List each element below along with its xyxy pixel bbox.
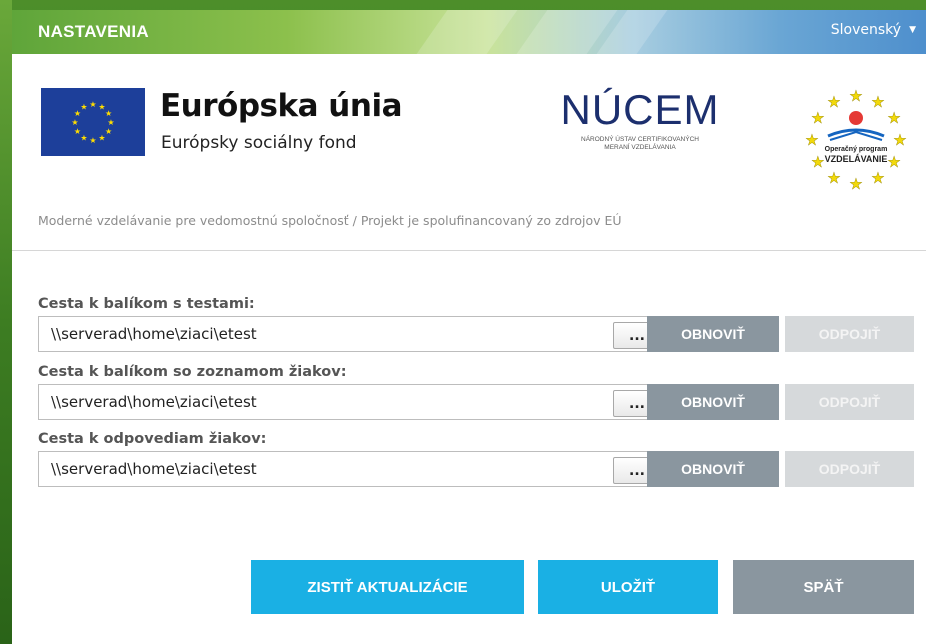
op-star-icon: ★ bbox=[811, 109, 824, 127]
answers-path-input[interactable] bbox=[39, 452, 587, 486]
students-path-input[interactable] bbox=[39, 385, 587, 419]
eu-star-icon: ★ bbox=[80, 102, 87, 111]
eu-subtitle: Európsky sociálny fond bbox=[161, 133, 357, 153]
op-star-icon: ★ bbox=[811, 153, 824, 171]
save-button[interactable]: ULOŽIŤ bbox=[538, 560, 718, 614]
op-star-icon: ★ bbox=[893, 131, 906, 149]
eu-flag-logo: ★ ★ ★ ★ ★ ★ ★ ★ ★ ★ ★ ★ bbox=[41, 88, 145, 156]
back-button[interactable]: SPÄŤ bbox=[733, 560, 914, 614]
title-bar: NASTAVENIA Slovenský ▼ bbox=[12, 10, 926, 54]
tests-path-field: ... bbox=[38, 316, 672, 352]
op-star-icon: ★ bbox=[849, 87, 862, 105]
eu-star-icon: ★ bbox=[89, 136, 96, 145]
op-star-icon: ★ bbox=[849, 175, 862, 193]
students-path-label: Cesta k balíkom so zoznamom žiakov: bbox=[38, 364, 347, 380]
tests-disconnect-button: ODPOJIŤ bbox=[785, 316, 914, 352]
chevron-down-icon: ▼ bbox=[909, 25, 916, 35]
op-star-icon: ★ bbox=[871, 169, 884, 187]
nucem-line2: MERANÍ VZDELÁVANIA bbox=[604, 144, 676, 151]
op-star-icon: ★ bbox=[871, 93, 884, 111]
op-star-icon: ★ bbox=[827, 93, 840, 111]
op-vzdelavanie-logo: ★ ★★★★★★★★★★★ Operačný program VZDELÁVANI… bbox=[805, 87, 907, 193]
eu-star-icon: ★ bbox=[89, 100, 96, 109]
answers-refresh-button[interactable]: OBNOVIŤ bbox=[647, 451, 779, 487]
project-tagline: Moderné vzdelávanie pre vedomostnú spolo… bbox=[38, 213, 622, 228]
check-updates-button[interactable]: ZISTIŤ AKTUALIZÁCIE bbox=[251, 560, 524, 614]
eu-star-icon: ★ bbox=[74, 127, 81, 136]
op-star-icon: ★ bbox=[887, 109, 900, 127]
window-title: NASTAVENIA bbox=[38, 22, 149, 41]
desktop-background bbox=[0, 0, 12, 644]
eu-star-icon: ★ bbox=[98, 134, 105, 143]
title-bar-stripe bbox=[416, 10, 518, 54]
tests-path-input[interactable] bbox=[39, 317, 587, 351]
eu-star-icon: ★ bbox=[80, 134, 87, 143]
eu-star-icon: ★ bbox=[105, 127, 112, 136]
op-line2: VZDELÁVANIE bbox=[825, 154, 888, 164]
language-selector[interactable]: Slovenský ▼ bbox=[831, 22, 916, 38]
students-disconnect-button: ODPOJIŤ bbox=[785, 384, 914, 420]
header-divider bbox=[12, 250, 926, 251]
answers-path-label: Cesta k odpovediam žiakov: bbox=[38, 431, 267, 447]
tests-refresh-button[interactable]: OBNOVIŤ bbox=[647, 316, 779, 352]
op-star-icon: ★ bbox=[887, 153, 900, 171]
tests-path-label: Cesta k balíkom s testami: bbox=[38, 296, 255, 312]
eu-star-icon: ★ bbox=[71, 118, 78, 127]
answers-path-field: ... bbox=[38, 451, 672, 487]
eu-star-icon: ★ bbox=[105, 109, 112, 118]
nucem-line1: NÁRODNÝ ÚSTAV CERTIFIKOVANÝCH bbox=[581, 136, 699, 143]
op-line1: Operačný program bbox=[825, 146, 888, 153]
op-star-icon: ★ bbox=[805, 131, 818, 149]
answers-disconnect-button: ODPOJIŤ bbox=[785, 451, 914, 487]
op-star-icon: ★ bbox=[827, 169, 840, 187]
nucem-name: NÚCEM bbox=[560, 86, 720, 133]
students-path-field: ... bbox=[38, 384, 672, 420]
students-refresh-button[interactable]: OBNOVIŤ bbox=[647, 384, 779, 420]
language-label: Slovenský bbox=[830, 22, 902, 38]
nucem-logo: NÚCEM NÁRODNÝ ÚSTAV CERTIFIKOVANÝCH MERA… bbox=[550, 88, 730, 152]
eu-title: Európska únia bbox=[160, 88, 402, 124]
eu-star-icon: ★ bbox=[107, 118, 114, 127]
settings-window: NASTAVENIA Slovenský ▼ ★ ★ ★ ★ ★ ★ ★ ★ ★ ★ ★ ★ Euró… bbox=[12, 10, 926, 644]
